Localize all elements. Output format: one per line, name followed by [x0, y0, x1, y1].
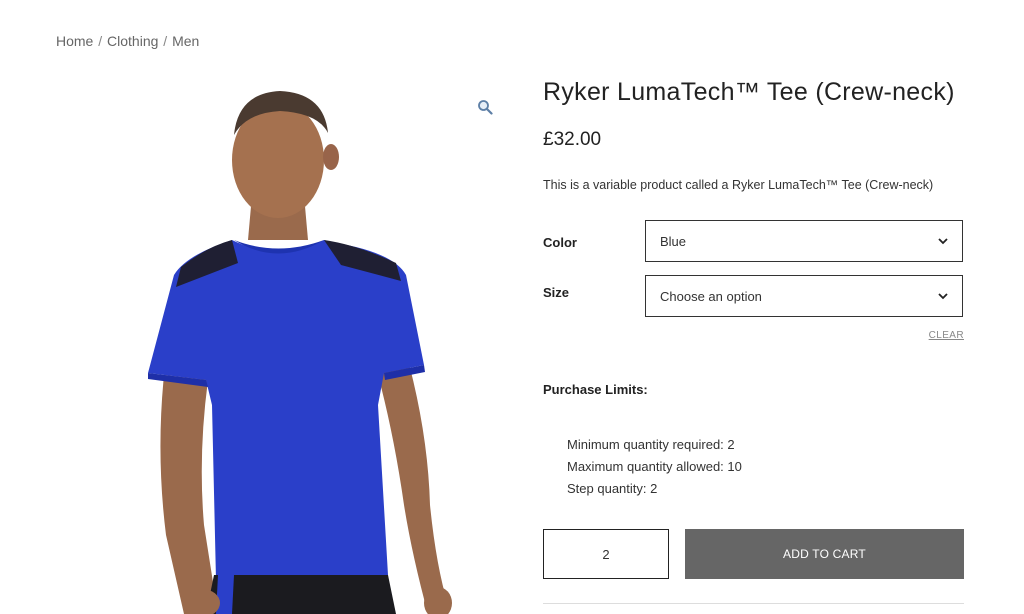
color-label: Color	[543, 235, 577, 250]
size-label: Size	[543, 285, 570, 300]
product-description: This is a variable product called a Ryke…	[543, 178, 934, 192]
breadcrumb-home-link[interactable]: Home	[56, 33, 93, 49]
breadcrumb-clothing-link[interactable]: Clothing	[107, 33, 158, 49]
product-image[interactable]	[56, 75, 508, 614]
chevron-down-icon	[938, 237, 948, 244]
min-quantity-text: Minimum quantity required: 2	[567, 437, 735, 452]
clear-variations-link[interactable]: CLEAR	[929, 330, 964, 341]
divider	[543, 603, 964, 604]
purchase-limits-list: Minimum quantity required: 2 Maximum qua…	[567, 434, 742, 500]
magnifier-icon	[478, 100, 493, 115]
purchase-limits-title: Purchase Limits:	[543, 382, 648, 397]
size-select[interactable]: Choose an option	[645, 275, 963, 317]
breadcrumb-separator: /	[98, 33, 103, 49]
quantity-value: 2	[602, 546, 610, 562]
chevron-down-icon	[938, 292, 948, 299]
add-to-cart-button[interactable]: ADD TO CART	[685, 529, 964, 579]
size-select-value: Choose an option	[660, 288, 762, 304]
breadcrumb-separator: /	[163, 33, 168, 49]
step-quantity-text: Step quantity: 2	[567, 481, 658, 496]
breadcrumb: Home / Clothing / Men	[56, 33, 199, 49]
zoom-button[interactable]	[474, 96, 496, 118]
product-photo	[148, 91, 452, 614]
product-price: £32.00	[543, 129, 602, 150]
quantity-input[interactable]: 2	[543, 529, 669, 579]
breadcrumb-current: Men	[172, 33, 200, 49]
color-select-value: Blue	[660, 233, 687, 249]
max-quantity-text: Maximum quantity allowed: 10	[567, 459, 742, 474]
color-select[interactable]: Blue	[645, 220, 963, 262]
product-title: Ryker LumaTech™ Tee (Crew-neck)	[543, 78, 955, 106]
